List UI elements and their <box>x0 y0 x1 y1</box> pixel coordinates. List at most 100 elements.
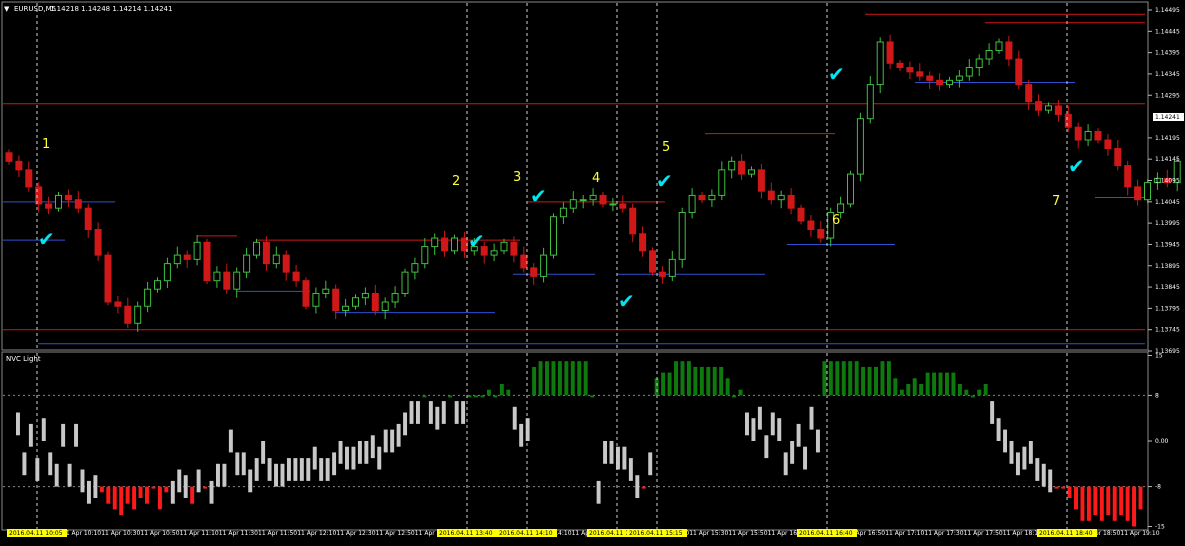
candle-body <box>1084 130 1092 141</box>
check-icon: ✔ <box>530 184 547 208</box>
candle-body <box>866 84 874 120</box>
time-label: 11 Apr 18:10 <box>1003 530 1042 537</box>
histogram-bar <box>848 361 853 396</box>
histogram-bar <box>551 361 556 396</box>
histogram-bar <box>241 452 246 476</box>
candle-body <box>173 254 181 265</box>
histogram-bar <box>635 475 640 498</box>
histogram-bar <box>770 412 775 436</box>
price-window: 12 3 4567 ✔ ✔✔✔✔✔✔ 1.144951.144451.143951.1… <box>1 1 1184 355</box>
check-icon: ✔ <box>618 289 635 313</box>
histogram-bar <box>861 366 866 396</box>
candle-body <box>243 254 251 273</box>
candle-body <box>975 58 983 69</box>
histogram-bar <box>893 378 898 396</box>
histogram-bar <box>41 418 46 441</box>
histogram-bar <box>854 361 859 396</box>
candle-body <box>84 207 92 231</box>
histogram-bar <box>1028 441 1033 464</box>
histogram-bar <box>332 452 337 476</box>
histogram-bar <box>667 372 672 396</box>
candle-body <box>332 288 340 312</box>
candle-body <box>134 305 142 324</box>
time-label: 11 Apr 17:50 <box>964 530 1003 537</box>
histogram-bar <box>1015 452 1020 476</box>
histogram-bar <box>706 366 711 396</box>
histogram-bar <box>777 418 782 441</box>
histogram-bar <box>996 418 1001 441</box>
candle-body <box>896 62 904 69</box>
histogram-bar <box>164 486 169 493</box>
check-icon: ✔ <box>38 227 55 251</box>
time-label: 11 Apr 12:50 <box>376 530 415 537</box>
histogram-bar <box>415 401 420 424</box>
histogram-bar <box>351 446 356 470</box>
histogram-bar <box>867 366 872 396</box>
histogram-bar <box>919 384 924 396</box>
histogram-bar <box>925 372 930 396</box>
candle-body <box>55 194 62 209</box>
histogram-bar <box>1112 486 1117 521</box>
candle-body <box>569 199 577 209</box>
candle-body <box>1074 126 1082 141</box>
histogram-bar <box>686 361 691 396</box>
indicator-tick-label: 15 <box>1155 353 1163 360</box>
candle-body <box>1015 58 1023 86</box>
candle-body <box>916 71 924 77</box>
candle-body <box>1094 130 1102 141</box>
histogram-bar <box>719 366 724 396</box>
histogram-bar <box>990 401 995 424</box>
histogram-bar <box>796 423 801 447</box>
current-price-label: 1.14241 <box>1155 114 1180 121</box>
candle-body <box>886 41 894 64</box>
histogram-bar <box>86 480 91 504</box>
histogram-bar <box>357 441 362 464</box>
candle-body <box>510 241 518 256</box>
histogram-bar <box>338 441 343 464</box>
highlight-time-label: 2016.04.11 15:15 <box>629 530 683 537</box>
histogram-bar <box>874 366 878 396</box>
highlight-time-label: 2016.04.11 10:05 <box>9 530 63 537</box>
histogram-bar <box>177 469 182 493</box>
histogram-bar <box>519 423 524 447</box>
price-tick-label: 1.14445 <box>1155 28 1180 35</box>
histogram-bar <box>1125 486 1130 521</box>
candle-body <box>342 305 350 312</box>
histogram-bar <box>125 486 130 504</box>
candle-body <box>1114 148 1122 167</box>
candle-body <box>718 169 726 196</box>
candle-body <box>282 254 290 273</box>
histogram-bar <box>396 423 401 447</box>
histogram-bar <box>319 458 324 481</box>
histogram-bar <box>106 486 111 504</box>
histogram-bar <box>906 384 911 396</box>
candle-body <box>876 41 884 86</box>
price-tick-label: 1.14045 <box>1155 199 1180 206</box>
histogram-bar <box>938 372 943 396</box>
price-tick-label: 1.14495 <box>1155 7 1180 14</box>
histogram-bar <box>661 372 666 396</box>
candle-body <box>203 241 211 282</box>
candle-body <box>550 216 557 256</box>
histogram-bar <box>951 372 956 396</box>
histogram-bar <box>467 395 472 398</box>
candle-body <box>807 220 815 231</box>
histogram-bar <box>835 361 840 396</box>
histogram-bar <box>790 441 795 464</box>
histogram-bar <box>570 361 575 396</box>
price-tick-label: 1.13795 <box>1155 305 1180 312</box>
candle-body <box>361 292 369 299</box>
collapse-triangle-icon[interactable]: ▼ <box>4 5 10 13</box>
histogram-bar <box>183 475 188 498</box>
histogram-bar <box>532 366 537 396</box>
candle-body <box>787 194 795 209</box>
indicator-title: NVC Light <box>6 355 41 363</box>
histogram-bar <box>499 384 504 396</box>
candle-body <box>708 194 716 201</box>
histogram-bar <box>628 458 633 481</box>
histogram-bar <box>267 458 272 481</box>
candle-body <box>441 237 449 252</box>
candle-body <box>421 246 429 265</box>
histogram-bar <box>803 446 808 470</box>
candle-body <box>163 263 171 282</box>
